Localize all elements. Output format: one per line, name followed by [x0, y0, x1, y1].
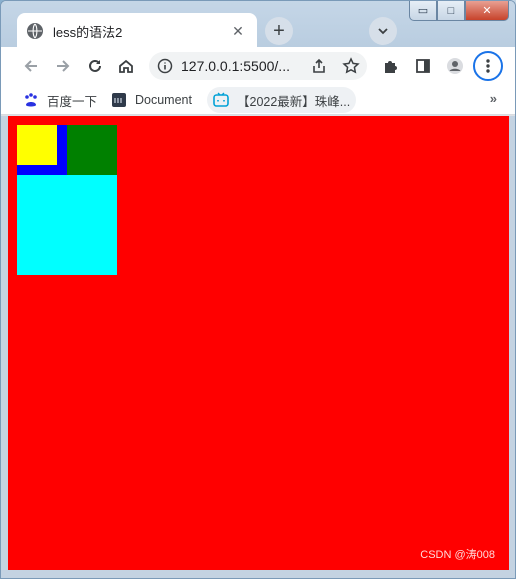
- extensions-button[interactable]: [377, 52, 405, 80]
- avatar-icon: [447, 58, 463, 74]
- puzzle-icon: [385, 61, 397, 73]
- bilibili-tv-icon: [213, 92, 229, 108]
- bookmark-label: 【2022最新】珠峰...: [237, 94, 351, 109]
- arrow-left-icon: [24, 60, 37, 72]
- share-icon: [313, 58, 325, 73]
- globe-icon: [27, 23, 43, 39]
- bookmark-document[interactable]: Document: [105, 87, 198, 113]
- bookmark-baidu[interactable]: 百度一下: [17, 87, 103, 113]
- star-icon: [342, 57, 360, 74]
- tab-title: less的语法2: [53, 24, 123, 40]
- document-icon: [111, 92, 127, 108]
- yellow-box: [17, 125, 57, 165]
- reload-button[interactable]: [81, 52, 109, 80]
- home-icon: [119, 59, 133, 73]
- baidu-paw-icon: [23, 92, 39, 108]
- minimize-button[interactable]: ▭: [409, 1, 437, 21]
- browser-toolbar: 127.0.0.1:5500/...: [1, 47, 515, 85]
- maximize-button[interactable]: □: [437, 1, 465, 21]
- arrow-right-icon: [57, 60, 70, 72]
- tab-active[interactable]: less的语法2 ✕: [17, 13, 257, 49]
- menu-button[interactable]: [473, 51, 503, 81]
- bookmark-label: 百度一下: [47, 94, 98, 109]
- tab-close-icon[interactable]: ✕: [229, 22, 247, 40]
- bookmarks-bar: 百度一下 Document 【2022最新】珠峰... »: [1, 85, 515, 115]
- tab-search-button[interactable]: [369, 17, 397, 45]
- close-window-button[interactable]: ✕: [465, 1, 509, 21]
- window-frame-left: [1, 116, 8, 572]
- bookmarks-overflow-icon[interactable]: »: [490, 91, 497, 106]
- bookmark-star-button[interactable]: [337, 52, 365, 80]
- side-panel-button[interactable]: [409, 52, 437, 80]
- new-tab-button[interactable]: +: [265, 17, 293, 45]
- tab-strip: less的语法2 ✕ + ▭ □ ✕: [1, 1, 515, 49]
- window-frame-bottom: [1, 570, 515, 578]
- address-bar[interactable]: 127.0.0.1:5500/...: [149, 52, 367, 80]
- reload-icon: [89, 59, 101, 72]
- share-button[interactable]: [305, 52, 333, 80]
- bookmark-bilibili[interactable]: 【2022最新】珠峰...: [207, 87, 357, 113]
- bookmark-label: Document: [135, 93, 192, 107]
- window-controls: ▭ □ ✕: [409, 1, 509, 21]
- cyan-box: [17, 175, 117, 275]
- forward-button[interactable]: [49, 52, 77, 80]
- page-viewport: CSDN @涛008: [8, 116, 509, 572]
- window-frame-right: [508, 116, 515, 572]
- watermark: CSDN @涛008: [420, 549, 495, 561]
- home-button[interactable]: [112, 52, 140, 80]
- info-icon: [157, 58, 173, 74]
- back-button[interactable]: [17, 52, 45, 80]
- green-box: [67, 125, 117, 175]
- profile-button[interactable]: [441, 52, 469, 80]
- more-vert-icon: [486, 59, 490, 73]
- chevron-down-icon: [378, 28, 388, 35]
- browser-window: less的语法2 ✕ + ▭ □ ✕ 127.0.0.1:5500/... 百度…: [0, 0, 516, 579]
- side-panel-icon: [416, 59, 430, 73]
